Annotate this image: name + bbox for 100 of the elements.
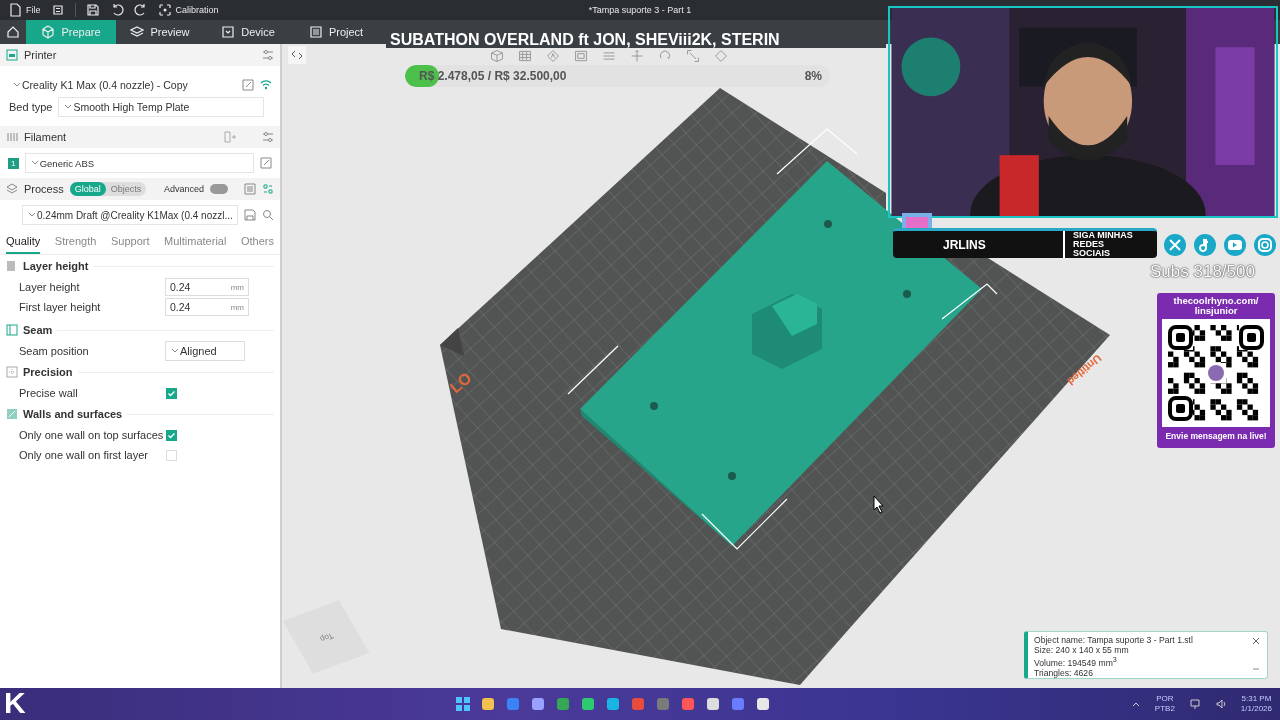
goal-percent: 8% bbox=[804, 69, 823, 83]
move-icon[interactable] bbox=[630, 49, 644, 63]
settings-tab[interactable]: Strength bbox=[54, 230, 97, 254]
edit-icon[interactable] bbox=[242, 79, 254, 91]
settings-tab[interactable]: Others bbox=[241, 230, 274, 254]
bracket-line bbox=[941, 283, 998, 320]
cursor-icon bbox=[873, 495, 884, 514]
section-title: Printer bbox=[24, 49, 57, 61]
filament-icon bbox=[6, 131, 18, 143]
add-filament-icon[interactable] bbox=[224, 131, 236, 143]
section-title: Filament bbox=[24, 131, 67, 143]
volume-icon[interactable] bbox=[1214, 698, 1227, 710]
app-icon[interactable] bbox=[605, 696, 621, 712]
tab[interactable]: Project bbox=[292, 20, 380, 44]
number-field[interactable]: 0.24 mm bbox=[165, 278, 249, 296]
text-shape-icon[interactable] bbox=[546, 49, 560, 63]
app-icon[interactable] bbox=[705, 696, 721, 712]
qr-caption: Envie mensagem na live! bbox=[1165, 431, 1267, 441]
edit-icon[interactable] bbox=[260, 157, 272, 169]
info-line: Size: 240 x 140 x 55 mm bbox=[1034, 645, 1129, 655]
play-icon bbox=[1223, 233, 1247, 257]
subs-counter: Subs 318/500 bbox=[1150, 262, 1255, 282]
setting-label: Precise wall bbox=[19, 386, 79, 401]
bed-label: LO bbox=[446, 368, 476, 398]
filament-dropdown[interactable]: Generic ABS bbox=[24, 153, 254, 173]
setting-label: Layer height bbox=[19, 280, 81, 295]
info-line: Object name: Tampa suporte 3 - Part 1.stl bbox=[1034, 635, 1193, 645]
precision-icon bbox=[6, 366, 18, 378]
redo-icon[interactable] bbox=[133, 3, 148, 17]
setting-label: Seam position bbox=[19, 344, 90, 359]
section-title: Process bbox=[24, 183, 64, 195]
cube-icon[interactable] bbox=[490, 49, 504, 63]
collapse-icon[interactable] bbox=[291, 49, 303, 61]
app-icon[interactable] bbox=[530, 696, 546, 712]
settings-tab[interactable]: Support bbox=[110, 230, 150, 254]
printer-icon bbox=[6, 49, 18, 61]
scope-toggle[interactable]: Objects bbox=[105, 182, 147, 196]
home-icon[interactable] bbox=[6, 25, 20, 39]
compare-icon[interactable] bbox=[262, 183, 274, 195]
settings-tab[interactable]: Multimaterial bbox=[164, 230, 227, 254]
goal-amount: R$ 2.478,05 / R$ 32.500,00 bbox=[418, 69, 568, 83]
layout-icon[interactable] bbox=[574, 49, 588, 63]
file-icon bbox=[8, 3, 22, 17]
app-icon[interactable] bbox=[755, 696, 771, 712]
tab[interactable]: Preview bbox=[116, 20, 204, 44]
menu-icon[interactable] bbox=[50, 3, 65, 17]
tab[interactable]: Device bbox=[204, 20, 292, 44]
network-icon[interactable] bbox=[1188, 698, 1201, 710]
checkbox[interactable] bbox=[166, 429, 177, 441]
app-icon[interactable] bbox=[480, 696, 496, 712]
file-menu[interactable]: File bbox=[8, 3, 41, 17]
list-icon bbox=[308, 25, 323, 39]
layers-icon bbox=[130, 25, 145, 39]
clock[interactable]: 5:31 PM 1/1/2026 bbox=[1240, 694, 1272, 714]
logo: K bbox=[4, 686, 26, 720]
list-icon[interactable] bbox=[602, 49, 616, 63]
search-icon[interactable] bbox=[261, 209, 274, 221]
seam-icon bbox=[6, 324, 18, 336]
diamond-icon[interactable] bbox=[714, 49, 728, 63]
settings-icon[interactable] bbox=[262, 131, 274, 143]
app-icon[interactable] bbox=[580, 696, 596, 712]
device-icon bbox=[221, 25, 236, 39]
layer-height-icon bbox=[6, 260, 18, 272]
x-logo-icon bbox=[1163, 233, 1187, 257]
windows-icon[interactable] bbox=[455, 696, 471, 712]
window-title: *Tampa suporte 3 - Part 1 bbox=[588, 5, 692, 15]
social-label: SIGA MINHAS REDES SOCIAIS bbox=[1063, 231, 1143, 258]
settings-tab[interactable]: Quality bbox=[6, 230, 41, 254]
advanced-switch[interactable] bbox=[210, 184, 228, 194]
scale-icon[interactable] bbox=[686, 49, 700, 63]
process-preset-dropdown[interactable]: 0.24mm Draft @Creality K1Max (0.4 nozzl... bbox=[22, 205, 238, 225]
group-title: Seam bbox=[23, 324, 53, 336]
setting-label: First layer height bbox=[19, 300, 102, 315]
bed-type-dropdown[interactable]: Smooth High Temp Plate bbox=[58, 97, 265, 117]
setting-label: Only one wall on first layer bbox=[19, 448, 149, 463]
overlay-banner: SUBATHON OVERLAND ft JON, SHEViii2K, STERIN bbox=[386, 31, 886, 48]
group-title: Walls and surfaces bbox=[23, 408, 123, 420]
list-icon[interactable] bbox=[244, 183, 256, 195]
field-label: Bed type bbox=[9, 101, 53, 113]
settings-icon[interactable] bbox=[262, 49, 274, 61]
group-title: Layer height bbox=[23, 260, 89, 272]
group-title: Precision bbox=[23, 366, 73, 378]
language-indicator[interactable]: POR PTB2 bbox=[1154, 694, 1175, 714]
info-line: Volume: 194549 mm$^{3}$ bbox=[1034, 655, 1117, 668]
calibration-button[interactable]: Calibration bbox=[157, 3, 219, 17]
checkbox[interactable] bbox=[166, 387, 177, 399]
advanced-label: Advanced bbox=[163, 184, 204, 194]
cube-icon bbox=[41, 25, 56, 39]
music-note-icon bbox=[1193, 233, 1217, 257]
seam-dropdown[interactable]: Aligned bbox=[165, 341, 245, 361]
grid-icon[interactable] bbox=[518, 49, 532, 63]
calibration-icon bbox=[157, 3, 172, 17]
channel-name: JRLINS bbox=[943, 237, 987, 252]
close-icon[interactable] bbox=[1251, 636, 1261, 646]
wifi-icon[interactable] bbox=[260, 79, 272, 91]
camera-icon bbox=[1253, 233, 1277, 257]
layers-icon bbox=[6, 183, 18, 195]
setting-label: Only one wall on top surfaces bbox=[19, 428, 165, 443]
number-field[interactable]: 0.24 mm bbox=[165, 298, 249, 316]
walls-icon bbox=[6, 408, 18, 420]
